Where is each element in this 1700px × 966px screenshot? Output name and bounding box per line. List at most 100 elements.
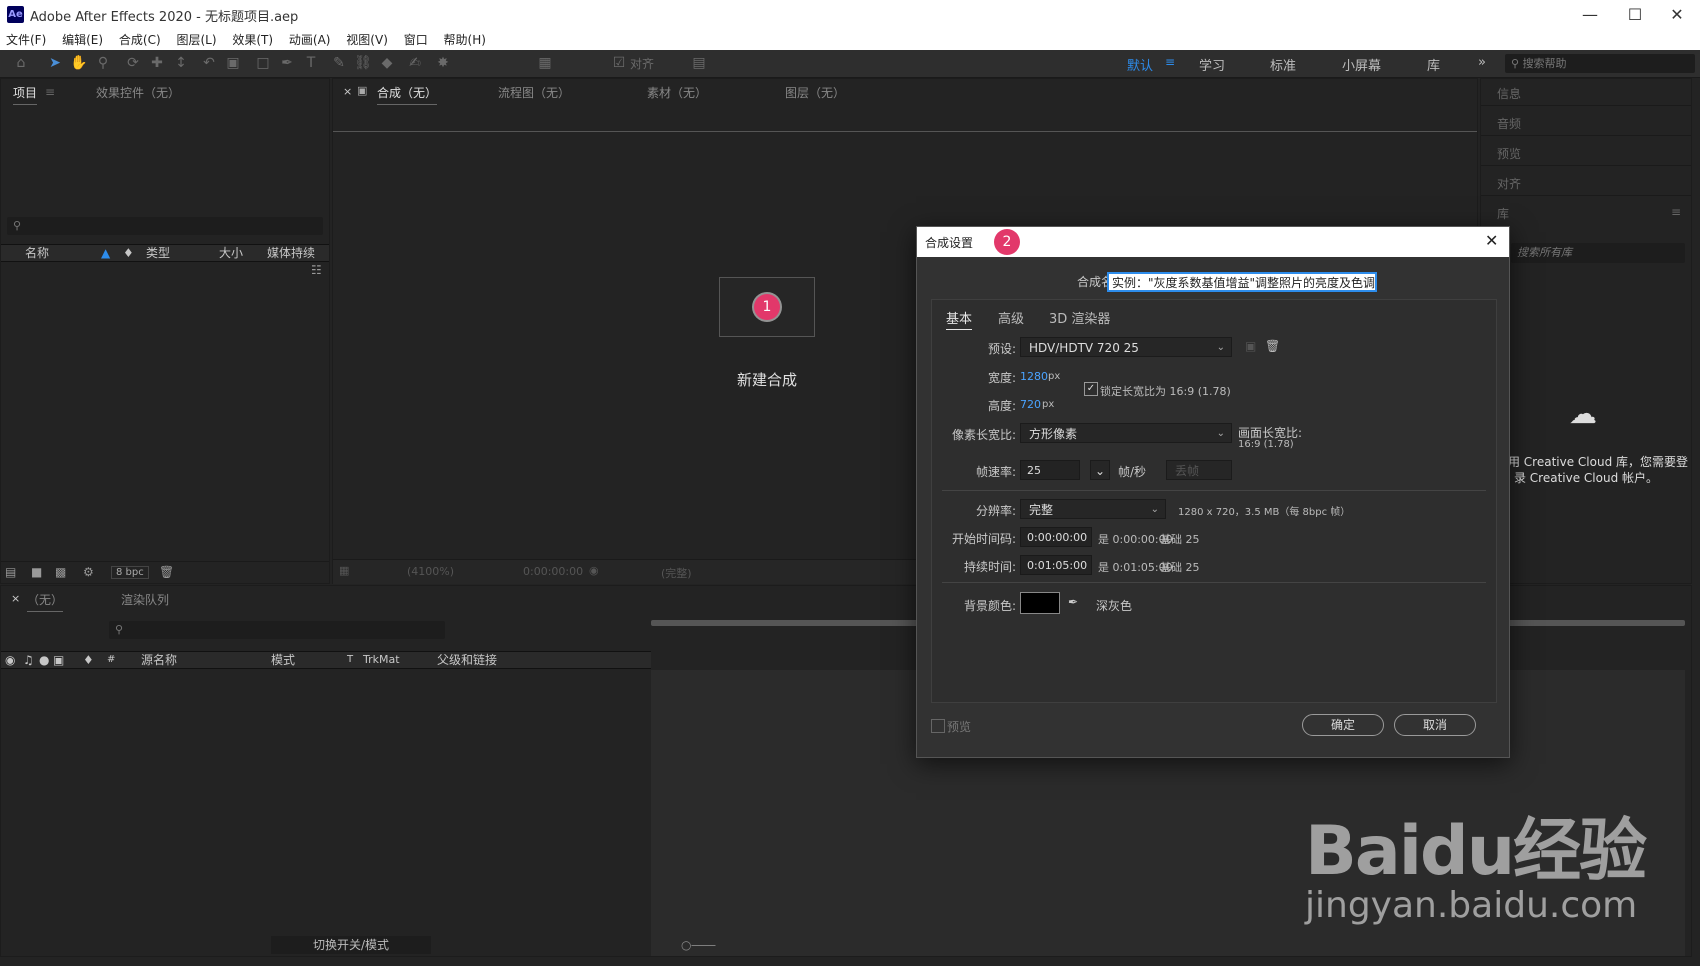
col-media-duration[interactable]: 媒体持续 <box>267 245 315 261</box>
interpret-footage-icon[interactable]: ▤ <box>5 565 16 579</box>
new-comp-icon[interactable]: ▩ <box>55 565 66 579</box>
dialog-close-icon[interactable]: ✕ <box>1485 231 1498 250</box>
col-mode[interactable]: 模式 <box>271 652 295 668</box>
quality-dropdown[interactable]: (完整) <box>661 565 692 581</box>
col-trkmat[interactable]: TrkMat <box>363 652 400 668</box>
snap-checkbox[interactable]: ☑ <box>612 54 626 72</box>
sort-arrow-icon[interactable]: ▲ <box>101 245 110 261</box>
panel-preview[interactable]: 预览 <box>1497 145 1521 162</box>
menu-layer[interactable]: 图层(L) <box>170 30 222 50</box>
tab-footage[interactable]: 素材（无） <box>647 84 707 101</box>
panel-info[interactable]: 信息 <box>1497 85 1521 102</box>
duration-input[interactable]: 0:01:05:00 <box>1020 555 1092 575</box>
menu-file[interactable]: 文件(F) <box>0 30 52 50</box>
menu-edit[interactable]: 编辑(E) <box>56 30 109 50</box>
panel-align[interactable]: 对齐 <box>1497 175 1521 192</box>
eraser-tool-icon[interactable]: ◆ <box>378 54 396 72</box>
axis-icon[interactable]: ▦ <box>536 54 554 72</box>
home-icon[interactable]: ⌂ <box>12 54 30 72</box>
save-preset-icon[interactable]: ▣ <box>1245 339 1256 353</box>
menu-effect[interactable]: 效果(T) <box>226 30 279 50</box>
delete-preset-icon[interactable]: 🗑 <box>1265 339 1280 353</box>
libraries-menu-icon[interactable]: ≡ <box>1671 205 1681 219</box>
preset-dropdown[interactable]: HDV/HDTV 720 25 ⌄ <box>1020 337 1232 357</box>
lock-aspect-checkbox[interactable]: ✓ <box>1084 382 1098 396</box>
frame-rate-input[interactable]: 25 <box>1020 460 1080 480</box>
menu-animation[interactable]: 动画(A) <box>283 30 337 50</box>
workspace-standard[interactable]: 标准 <box>1270 55 1296 74</box>
zoom-tool-icon[interactable]: ⚲ <box>94 54 112 72</box>
col-type[interactable]: 类型 <box>146 245 170 261</box>
col-size[interactable]: 大小 <box>219 245 243 261</box>
zoom-level[interactable]: (4100%) <box>407 565 454 578</box>
panel-audio[interactable]: 音频 <box>1497 115 1521 132</box>
workspace-small-screen[interactable]: 小屏幕 <box>1342 55 1381 74</box>
snapshot-icon[interactable]: ◉ <box>589 564 599 577</box>
type-tool-icon[interactable]: T <box>302 54 320 72</box>
maximize-icon[interactable]: ☐ <box>1620 4 1650 26</box>
orbit-tool-icon[interactable]: ⟳ <box>124 54 142 72</box>
toggle-switches-modes[interactable]: 切换开关/模式 <box>271 936 431 954</box>
pixel-aspect-dropdown[interactable]: 方形像素 ⌄ <box>1020 423 1232 443</box>
tab-render-queue[interactable]: 渲染队列 <box>121 591 169 608</box>
tab-basic[interactable]: 基本 <box>946 308 973 330</box>
menu-window[interactable]: 窗口 <box>398 30 434 50</box>
new-comp-button[interactable]: 1 <box>719 277 815 337</box>
menu-view[interactable]: 视图(V) <box>340 30 394 50</box>
tab-timeline-none[interactable]: （无） <box>27 591 64 612</box>
tab-effect-controls[interactable]: 效果控件（无） <box>96 84 180 101</box>
tab-composition[interactable]: 合成（无） <box>377 84 438 105</box>
timecode-display[interactable]: 0:00:00:00 <box>523 565 583 578</box>
close-window-icon[interactable]: ✕ <box>1662 4 1692 26</box>
start-timecode-input[interactable]: 0:00:00:00 <box>1020 527 1092 547</box>
label-tag-icon[interactable]: ♦ <box>123 245 134 261</box>
panel-menu-icon[interactable]: ≡ <box>45 85 55 99</box>
height-value[interactable]: 720 <box>1020 398 1041 411</box>
library-search-input[interactable]: 搜索所有库 <box>1511 243 1685 263</box>
pan-tool-icon[interactable]: ✚ <box>148 54 166 72</box>
ok-button[interactable]: 确定 <box>1302 714 1384 736</box>
dolly-tool-icon[interactable]: ↕ <box>172 54 190 72</box>
menu-composition[interactable]: 合成(C) <box>113 30 167 50</box>
workspace-overflow-icon[interactable]: » <box>1478 55 1486 70</box>
audio-icon[interactable]: ♫ <box>23 652 34 668</box>
bg-color-swatch[interactable] <box>1020 592 1060 614</box>
solo-icon[interactable]: ● <box>39 652 49 668</box>
rotate-tool-icon[interactable]: ↶ <box>200 54 218 72</box>
trash-icon[interactable]: 🗑 <box>159 565 174 579</box>
col-source-name[interactable]: 源名称 <box>141 652 177 668</box>
workspace-libraries[interactable]: 库 <box>1427 55 1440 74</box>
visibility-icon[interactable]: ◉ <box>5 652 15 668</box>
roto-tool-icon[interactable]: ✍ <box>406 54 424 72</box>
menu-help[interactable]: 帮助(H) <box>438 30 492 50</box>
magnify-icon[interactable]: ▦ <box>339 564 349 577</box>
eyedropper-icon[interactable]: ✒ <box>1068 595 1078 609</box>
col-parent[interactable]: 父级和链接 <box>437 652 497 668</box>
panel-libraries[interactable]: 库 <box>1497 205 1509 222</box>
zoom-slider[interactable]: ○―― <box>681 938 715 952</box>
close-timeline-icon[interactable]: × <box>11 592 20 605</box>
tab-layer[interactable]: 图层（无） <box>785 84 845 101</box>
selection-tool-icon[interactable]: ➤ <box>46 54 64 72</box>
frame-rate-dropdown[interactable]: ⌄ <box>1090 460 1110 480</box>
workspace-default[interactable]: 默认 <box>1127 55 1153 74</box>
tab-project[interactable]: 项目 <box>13 84 38 105</box>
timeline-search-input[interactable]: ⚲ <box>109 621 445 639</box>
comp-name-input[interactable]: 实例："灰度系数基值增益"调整照片的亮度及色调 <box>1107 272 1377 292</box>
width-value[interactable]: 1280 <box>1020 370 1048 383</box>
clone-tool-icon[interactable]: ⛓ <box>354 54 372 72</box>
anchor-tool-icon[interactable]: ▣ <box>224 54 242 72</box>
new-folder-icon[interactable]: ■ <box>31 565 42 579</box>
minimize-icon[interactable]: — <box>1575 4 1605 26</box>
tab-advanced[interactable]: 高级 <box>998 308 1024 327</box>
rectangle-tool-icon[interactable]: □ <box>254 54 272 72</box>
pen-tool-icon[interactable]: ✒ <box>278 54 296 72</box>
cancel-button[interactable]: 取消 <box>1394 714 1476 736</box>
project-settings-icon[interactable]: ⚙ <box>83 565 94 579</box>
hand-tool-icon[interactable]: ✋ <box>70 54 88 72</box>
project-search-input[interactable]: ⚲ <box>7 217 323 235</box>
close-tab-icon[interactable]: × <box>343 85 352 98</box>
workspace-menu-icon[interactable]: ≡ <box>1165 55 1175 69</box>
flowchart-icon[interactable]: ☷ <box>311 263 322 277</box>
workspace-learn[interactable]: 学习 <box>1199 55 1225 74</box>
